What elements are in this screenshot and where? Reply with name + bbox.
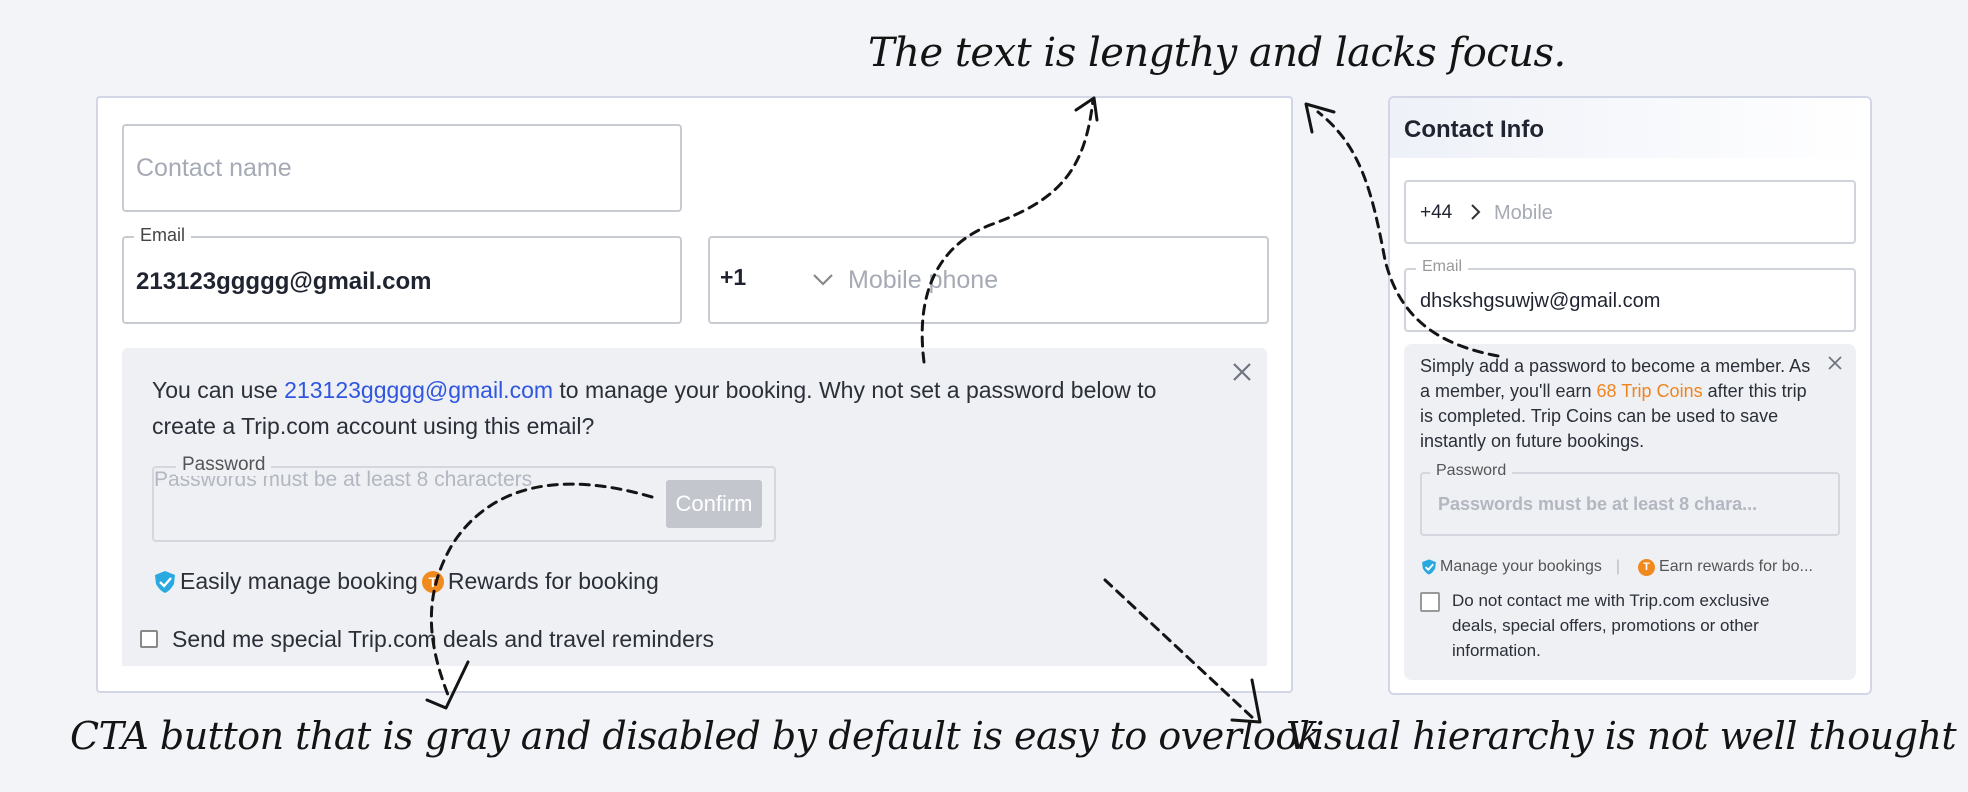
arrowhead-top-right (1304, 102, 1336, 134)
country-code[interactable]: +1 (720, 264, 746, 291)
password-field[interactable]: Password Passwords must be at least 8 ch… (152, 454, 776, 542)
password-field[interactable]: Password Passwords must be at least 8 ch… (1420, 462, 1840, 536)
chevron-right-icon[interactable] (1468, 202, 1484, 227)
chevron-down-icon[interactable] (810, 266, 836, 297)
mobile-field[interactable]: +44 Mobile (1404, 180, 1856, 244)
email-value: 213123ggggg@gmail.com (136, 268, 432, 295)
confirm-button[interactable]: Confirm (666, 480, 762, 528)
newsletter-row[interactable]: Send me special Trip.com deals and trave… (122, 612, 1267, 666)
email-field[interactable]: Email 213123ggggg@gmail.com (122, 225, 682, 324)
mobile-placeholder: Mobile (1494, 202, 1553, 224)
perks-row: Easily manage booking T Rewards for book… (152, 568, 659, 595)
annotation-bottom-left: CTA button that is gray and disabled by … (70, 714, 1321, 758)
perk-rewards: Rewards for booking (447, 568, 659, 594)
opt-out-row[interactable]: Do not contact me with Trip.com exclusiv… (1420, 588, 1792, 663)
trip-coin-icon: T (421, 570, 444, 593)
checkbox-icon[interactable] (140, 630, 158, 648)
newsletter-label: Send me special Trip.com deals and trave… (172, 625, 715, 652)
mobile-phone-placeholder: Mobile phone (848, 266, 999, 294)
opt-out-label: Do not contact me with Trip.com exclusiv… (1452, 591, 1770, 660)
phone-field[interactable]: +1 Mobile phone (708, 236, 1269, 324)
perk-separator: | (1615, 558, 1621, 575)
close-icon[interactable] (1826, 354, 1844, 377)
account-suggestion-box: You can use 213123ggggg@gmail.com to man… (122, 348, 1267, 618)
email-label: Email (1416, 258, 1469, 276)
password-placeholder: Passwords must be at least 8 chara... (1438, 494, 1758, 514)
right-contact-form: Contact Info +44 Mobile Email dhskshgsuw… (1388, 96, 1872, 695)
page-title: Contact Info (1404, 116, 1544, 143)
close-icon[interactable] (1230, 360, 1254, 390)
checkbox-icon[interactable] (1420, 592, 1440, 612)
email-label: Email (134, 225, 192, 246)
trip-coins-amount: 68 Trip Coins (1596, 381, 1703, 401)
perk-manage: Manage your bookings (1440, 558, 1602, 575)
member-suggestion-box: Simply add a password to become a member… (1404, 344, 1856, 680)
left-contact-form: Contact name Email 213123ggggg@gmail.com… (96, 96, 1293, 693)
shield-check-icon (152, 569, 178, 595)
annotation-bottom-right: Visual hierarchy is not well thought out (1286, 714, 1968, 758)
perk-rewards: Earn rewards for bo... (1659, 558, 1813, 575)
password-label: Password (1430, 462, 1513, 480)
member-suggestion-text: Simply add a password to become a member… (1420, 356, 1811, 451)
annotation-top: The text is lengthy and lacks focus. (868, 30, 1566, 76)
perk-manage: Easily manage booking (180, 568, 418, 594)
contact-name-field[interactable]: Contact name (122, 124, 682, 212)
trip-coin-icon: T (1638, 558, 1656, 576)
email-field[interactable]: Email dhskshgsuwjw@gmail.com (1404, 258, 1856, 332)
country-code[interactable]: +44 (1420, 202, 1452, 224)
perks-row: Manage your bookings | T Earn rewards fo… (1420, 558, 1813, 576)
password-label: Password (176, 454, 272, 476)
account-suggestion-text: You can use 213123ggggg@gmail.com to man… (152, 377, 1157, 439)
shield-check-icon (1420, 558, 1438, 576)
contact-name-placeholder: Contact name (136, 154, 292, 182)
email-link[interactable]: 213123ggggg@gmail.com (284, 377, 553, 403)
email-value: dhskshgsuwjw@gmail.com (1420, 290, 1661, 312)
